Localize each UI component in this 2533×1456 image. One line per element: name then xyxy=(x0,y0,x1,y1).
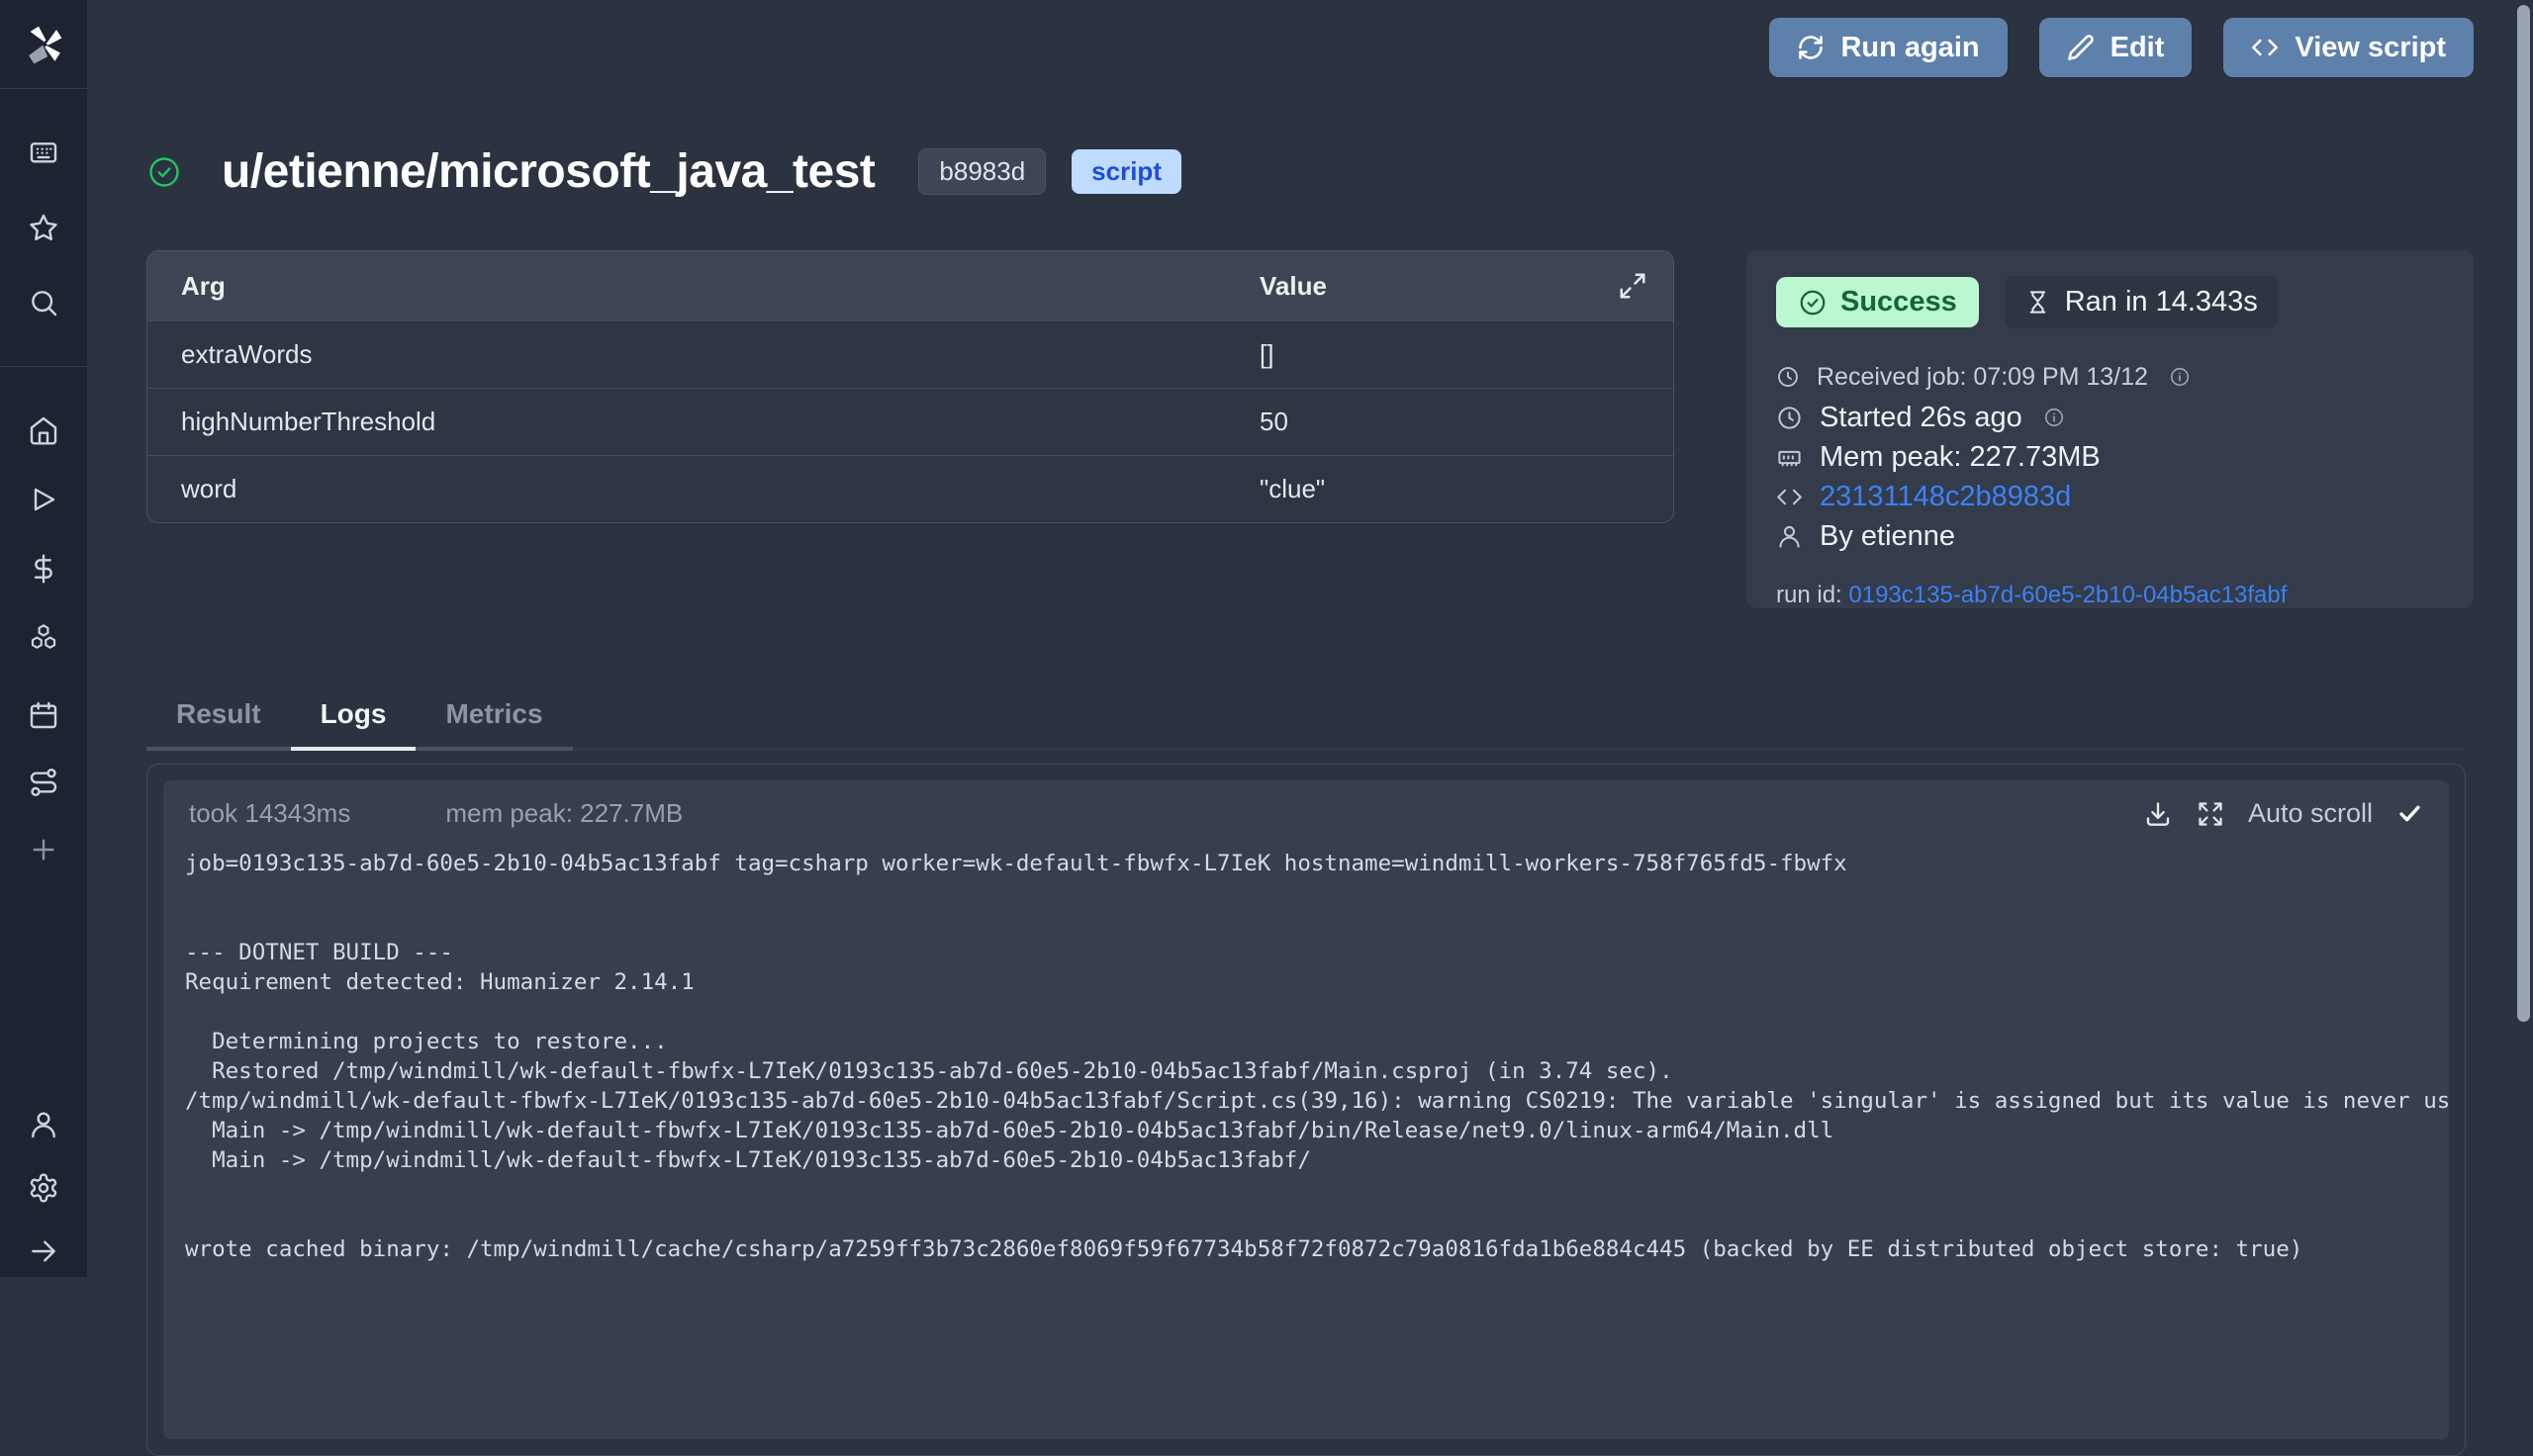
received-job-row: Received job: 07:09 PM 13/12 xyxy=(1776,356,2444,398)
pencil-icon xyxy=(2067,34,2095,61)
boxes-icon[interactable] xyxy=(28,622,59,654)
arg-value: "clue" xyxy=(1260,474,1673,504)
windmill-logo[interactable] xyxy=(0,0,87,89)
sidebar-group-bottom xyxy=(0,1109,87,1277)
star-icon[interactable] xyxy=(28,212,59,243)
sidebar-group-main xyxy=(0,367,87,654)
view-script-button[interactable]: View script xyxy=(2223,18,2474,77)
clock-icon xyxy=(1776,405,1803,431)
memory-icon xyxy=(1776,444,1803,471)
column-header-arg: Arg xyxy=(147,271,1260,302)
success-label: Success xyxy=(1840,286,1957,318)
code-icon xyxy=(1776,484,1803,510)
page-scrollbar-thumb[interactable] xyxy=(2517,5,2530,1022)
user-icon[interactable] xyxy=(28,1109,59,1140)
run-again-button[interactable]: Run again xyxy=(1769,18,2007,77)
arg-value: 50 xyxy=(1260,407,1673,437)
table-row[interactable]: word "clue" xyxy=(147,455,1673,522)
log-panel: took 14343ms mem peak: 227.7MB Auto scro… xyxy=(163,780,2449,1439)
windmill-logo-icon xyxy=(21,22,66,67)
sidebar-group-secondary xyxy=(0,654,87,865)
keyboard-icon[interactable] xyxy=(28,136,59,168)
code-icon xyxy=(2251,34,2279,61)
refresh-icon xyxy=(1797,34,1825,61)
received-job-text: Received job: 07:09 PM 13/12 xyxy=(1817,363,2148,392)
mem-peak-row: Mem peak: 227.73MB xyxy=(1776,437,2444,477)
title-row: u/etienne/microsoft_java_test b8983d scr… xyxy=(146,144,1181,199)
log-text: job=0193c135-ab7d-60e5-2b10-04b5ac13fabf… xyxy=(163,837,2449,1264)
table-row[interactable]: highNumberThreshold 50 xyxy=(147,388,1673,455)
expand-log-icon[interactable] xyxy=(2197,800,2224,828)
dollar-icon[interactable] xyxy=(28,553,59,585)
script-kind-badge: script xyxy=(1072,149,1181,194)
log-card: took 14343ms mem peak: 227.7MB Auto scro… xyxy=(146,764,2466,1456)
run-id-label: run id: xyxy=(1776,582,1848,608)
script-hash-row: 23131148c2b8983d xyxy=(1776,477,2444,516)
by-user-text: By etienne xyxy=(1820,520,1955,553)
arg-value: [] xyxy=(1260,339,1673,370)
by-user-row: By etienne xyxy=(1776,516,2444,556)
tabs-bar: Result Logs Metrics xyxy=(146,698,2466,750)
plus-icon[interactable] xyxy=(28,834,59,865)
log-took: took 14343ms xyxy=(189,798,350,829)
job-info-panel: Success Ran in 14.343s Received job: 07:… xyxy=(1746,250,2474,608)
status-row: Success Ran in 14.343s xyxy=(1776,276,2444,328)
job-run-page: { "colors": { "page_bg": "#2b3240", "sid… xyxy=(0,0,2533,1277)
settings-gear-icon[interactable] xyxy=(28,1172,59,1204)
job-info-rows: Received job: 07:09 PM 13/12 Started 26s… xyxy=(1776,356,2444,556)
auto-scroll-label: Auto scroll xyxy=(2248,798,2373,829)
arg-name: word xyxy=(147,474,1260,504)
route-icon[interactable] xyxy=(28,767,59,798)
status-check-circle-icon xyxy=(146,154,182,190)
column-header-value: Value xyxy=(1260,271,1673,302)
version-badge: b8983d xyxy=(918,148,1046,195)
top-action-buttons: Run again Edit View script xyxy=(1769,18,2474,77)
log-mem-peak: mem peak: 227.7MB xyxy=(445,798,683,829)
started-text: Started 26s ago xyxy=(1820,402,2022,434)
tabs: Result Logs Metrics xyxy=(146,698,573,749)
search-icon[interactable] xyxy=(28,287,59,318)
duration-chip: Ran in 14.343s xyxy=(2005,276,2278,328)
edit-button[interactable]: Edit xyxy=(2039,18,2193,77)
run-id-row: run id: 0193c135-ab7d-60e5-2b10-04b5ac13… xyxy=(1776,582,2444,609)
log-header: took 14343ms mem peak: 227.7MB Auto scro… xyxy=(163,780,2449,837)
play-icon[interactable] xyxy=(28,484,59,515)
auto-scroll-checkbox[interactable] xyxy=(2396,800,2423,827)
log-tools: Auto scroll xyxy=(2143,798,2423,829)
arg-name: highNumberThreshold xyxy=(147,407,1260,437)
arg-name: extraWords xyxy=(147,339,1260,370)
info-icon[interactable] xyxy=(2043,407,2065,428)
download-icon[interactable] xyxy=(2143,799,2173,829)
info-icon[interactable] xyxy=(2169,366,2191,388)
home-icon[interactable] xyxy=(28,414,59,446)
mem-peak-text: Mem peak: 227.73MB xyxy=(1820,441,2101,474)
run-again-label: Run again xyxy=(1840,32,1979,64)
tab-metrics[interactable]: Metrics xyxy=(416,698,572,751)
started-row: Started 26s ago xyxy=(1776,398,2444,437)
arrow-right-icon[interactable] xyxy=(28,1235,59,1267)
tab-logs[interactable]: Logs xyxy=(291,698,417,751)
args-table-header: Arg Value xyxy=(147,251,1673,320)
user-icon xyxy=(1776,523,1803,550)
expand-args-icon[interactable] xyxy=(1618,271,1647,301)
view-script-label: View script xyxy=(2295,32,2446,64)
table-row[interactable]: extraWords [] xyxy=(147,320,1673,388)
args-table: Arg Value extraWords [] highNumberThresh… xyxy=(146,250,1674,523)
check-circle-icon xyxy=(1798,288,1828,318)
script-hash-link[interactable]: 23131148c2b8983d xyxy=(1820,481,2071,513)
calendar-icon[interactable] xyxy=(28,699,59,731)
run-id-link[interactable]: 0193c135-ab7d-60e5-2b10-04b5ac13fabf xyxy=(1848,582,2287,608)
success-badge: Success xyxy=(1776,277,1979,327)
duration-label: Ran in 14.343s xyxy=(2065,286,2258,318)
clock-icon xyxy=(1776,365,1800,389)
sidebar xyxy=(0,0,87,1277)
edit-label: Edit xyxy=(2111,32,2165,64)
page-title: u/etienne/microsoft_java_test xyxy=(222,144,875,199)
hourglass-icon xyxy=(2024,289,2051,316)
tab-result[interactable]: Result xyxy=(146,698,291,751)
sidebar-group-top xyxy=(0,89,87,367)
